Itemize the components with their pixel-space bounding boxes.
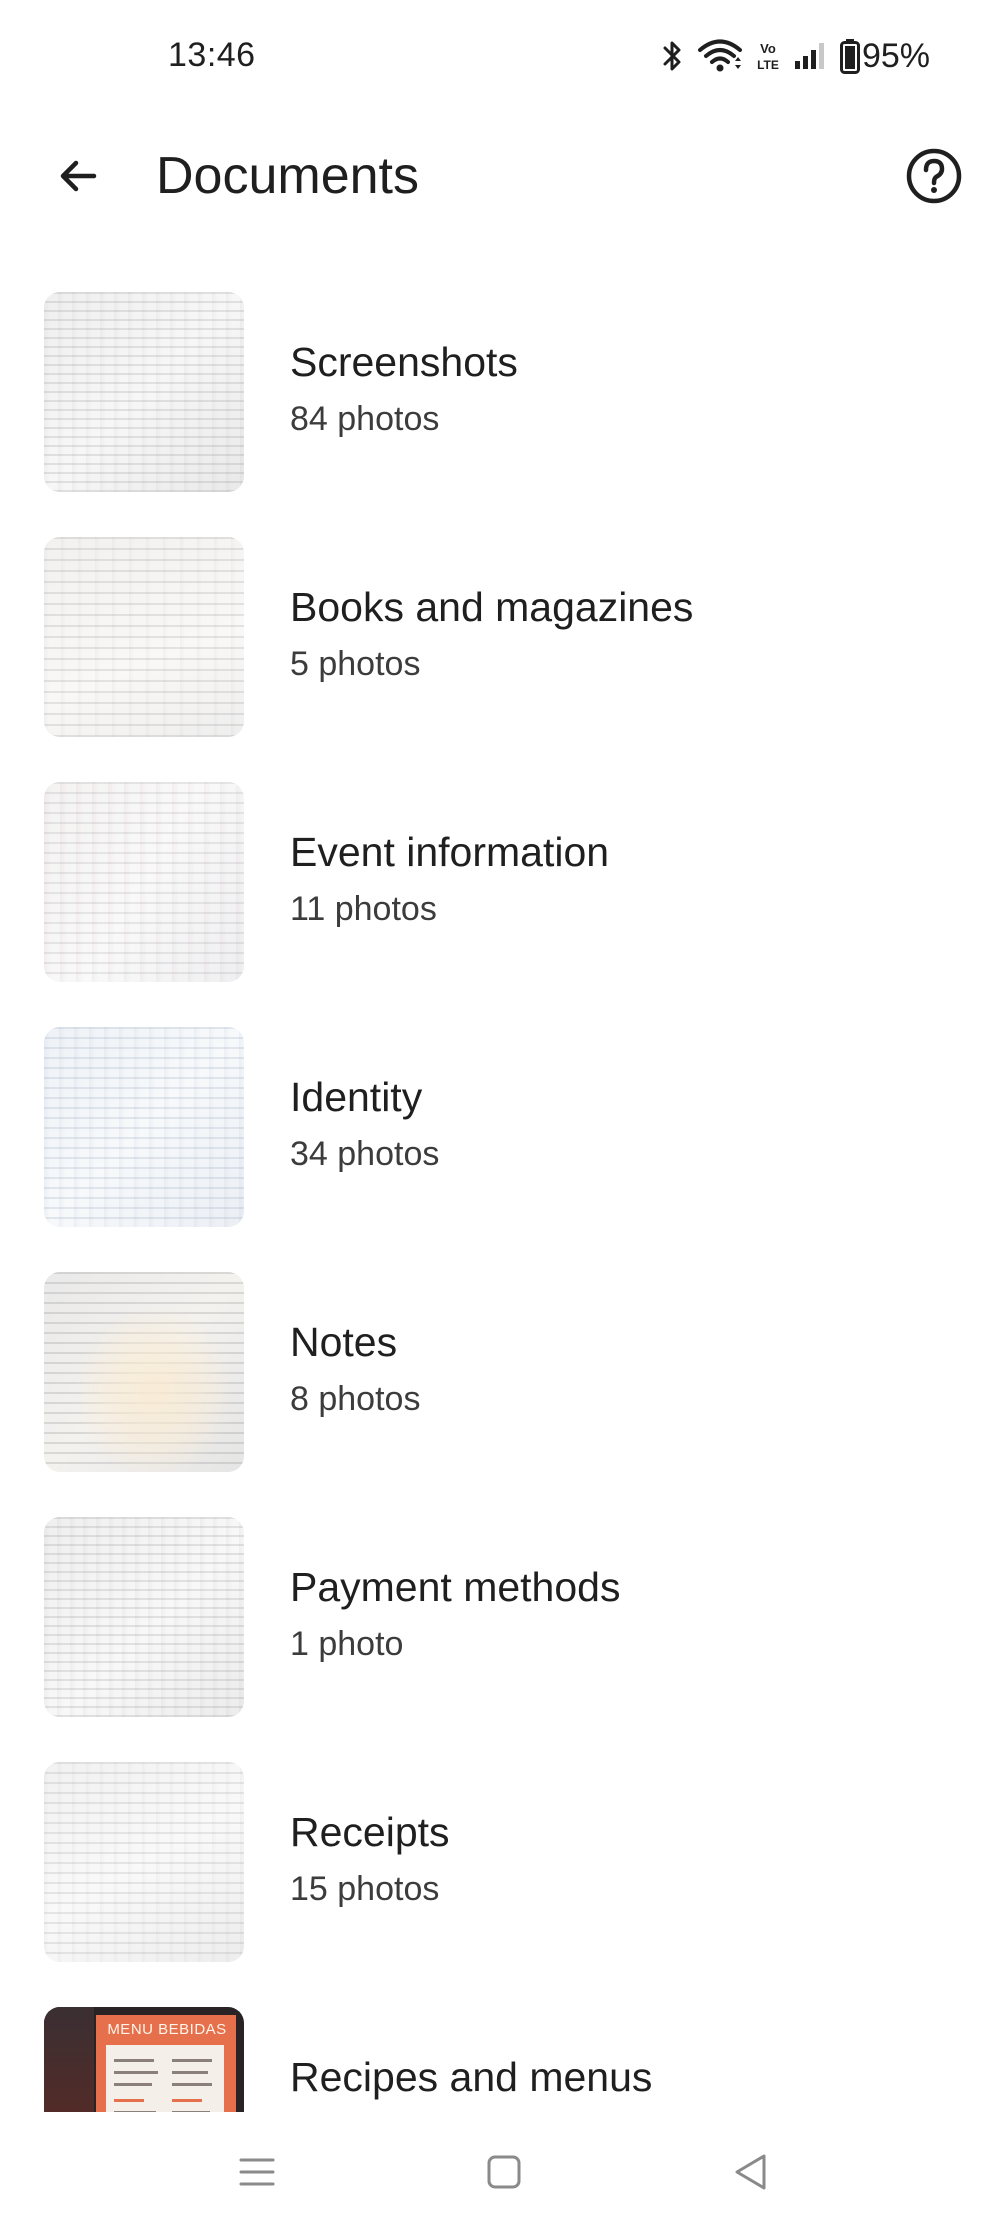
- thumbnail: [44, 537, 244, 737]
- recents-button[interactable]: [217, 2140, 297, 2204]
- list-item-identity[interactable]: Identity 34 photos: [0, 1027, 1000, 1227]
- back-button[interactable]: [42, 140, 114, 212]
- volte-icon: Vo LTE: [756, 39, 780, 73]
- recents-icon: [239, 2158, 275, 2186]
- back-triangle-icon: [735, 2154, 766, 2190]
- item-count: 8 photos: [290, 1380, 421, 1418]
- list-item-screenshots[interactable]: Screenshots 84 photos: [0, 292, 1000, 492]
- thumbnail: [44, 1272, 244, 1472]
- page-title: Documents: [156, 147, 419, 205]
- item-count: 15 photos: [290, 1870, 440, 1908]
- thumbnail: [44, 1027, 244, 1227]
- home-button[interactable]: [464, 2140, 544, 2204]
- svg-text:Vo: Vo: [760, 41, 776, 56]
- menu-photo: MENU BEBIDAS: [44, 2007, 244, 2112]
- top-app-bar: Documents: [0, 116, 1000, 236]
- item-title: Notes: [290, 1319, 398, 1365]
- status-time: 13:46: [168, 36, 256, 74]
- item-title: Payment methods: [290, 1564, 621, 1610]
- item-title: Identity: [290, 1074, 423, 1120]
- thumbnail: [44, 1762, 244, 1962]
- thumbnail: [44, 782, 244, 982]
- help-button[interactable]: [898, 140, 970, 212]
- documents-list: Screenshots 84 photos Books and magazine…: [0, 292, 1000, 2112]
- item-title: Books and magazines: [290, 584, 694, 630]
- home-icon: [487, 2155, 521, 2189]
- item-count: 84 photos: [290, 400, 440, 438]
- list-item-books-and-magazines[interactable]: Books and magazines 5 photos: [0, 537, 1000, 737]
- battery-icon: 95%: [839, 36, 930, 76]
- status-bar: 13:46 Vo LTE 95%: [0, 0, 1000, 116]
- status-icons: Vo LTE 95%: [662, 36, 930, 76]
- item-count: 1 photo: [290, 1625, 404, 1663]
- battery-percent: 95%: [861, 36, 930, 75]
- signal-icon: [794, 39, 826, 73]
- menu-photo-text: MENU BEBIDAS: [107, 2021, 227, 2038]
- list-item-receipts[interactable]: Receipts 15 photos: [0, 1762, 1000, 1962]
- item-count: 34 photos: [290, 1135, 440, 1173]
- list-item-recipes-and-menus[interactable]: MENU BEBIDAS Recipes and menus: [0, 2007, 1000, 2112]
- arrow-back-icon: [60, 160, 97, 192]
- list-item-payment-methods[interactable]: Payment methods 1 photo: [0, 1517, 1000, 1717]
- item-title: Receipts: [290, 1809, 450, 1855]
- nav-back-button[interactable]: [711, 2140, 791, 2204]
- list-item-notes[interactable]: Notes 8 photos: [0, 1272, 1000, 1472]
- item-count: 5 photos: [290, 645, 421, 683]
- bluetooth-icon: [662, 39, 684, 73]
- navigation-bar: [0, 2112, 1000, 2233]
- item-title: Screenshots: [290, 339, 518, 385]
- item-count: 11 photos: [290, 890, 437, 928]
- thumbnail: [44, 292, 244, 492]
- list-item-event-information[interactable]: Event information 11 photos: [0, 782, 1000, 982]
- thumbnail: [44, 1517, 244, 1717]
- thumbnail: MENU BEBIDAS: [44, 2007, 244, 2112]
- help-circle-icon: [906, 148, 962, 204]
- item-title: Recipes and menus: [290, 2054, 653, 2100]
- wifi-icon: [697, 39, 742, 73]
- svg-text:LTE: LTE: [757, 58, 779, 72]
- item-title: Event information: [290, 829, 610, 875]
